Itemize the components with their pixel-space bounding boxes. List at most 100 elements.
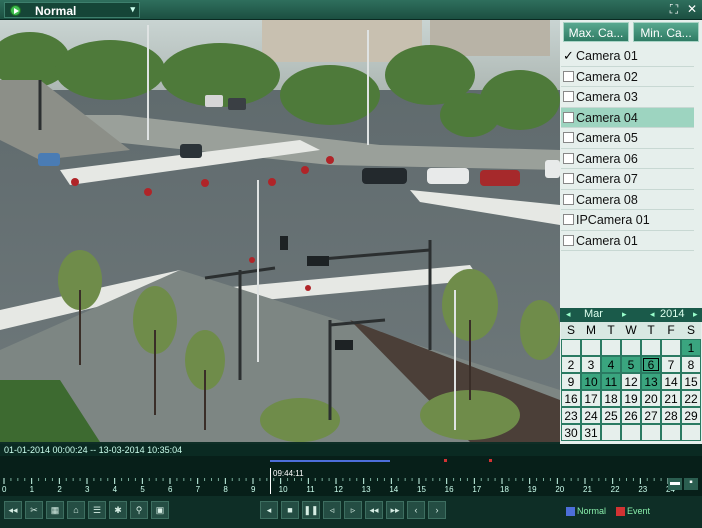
camera-list-item[interactable]: Camera 03 xyxy=(561,87,694,108)
calendar-day[interactable]: 28 xyxy=(661,407,681,424)
prev-year-icon[interactable]: ◂ xyxy=(650,309,655,320)
camera-checkbox[interactable] xyxy=(563,70,574,82)
timeline-zoom-controls: ▬ ▪ xyxy=(668,478,698,490)
next-year-icon[interactable]: ▸ xyxy=(693,309,698,320)
camera-checkbox[interactable] xyxy=(563,234,574,246)
close-icon[interactable]: ✕ xyxy=(686,2,698,17)
slow-icon[interactable]: ◃ xyxy=(323,501,341,519)
fullscreen-icon[interactable]: ⛶ xyxy=(668,2,680,17)
camera-label: Camera 01 xyxy=(576,49,638,63)
camera-label: IPCamera 01 xyxy=(576,213,650,227)
calendar-day[interactable]: 16 xyxy=(561,390,581,407)
camera-checkbox[interactable] xyxy=(563,111,574,123)
calendar-day[interactable]: 11 xyxy=(601,373,621,390)
lock-icon[interactable]: ▦ xyxy=(46,501,64,519)
camera-checkbox[interactable]: ✓ xyxy=(563,49,574,62)
calendar-day[interactable]: 30 xyxy=(561,424,581,441)
max-camera-button[interactable]: Max. Ca... xyxy=(563,22,629,42)
camera-checkbox[interactable] xyxy=(563,152,574,164)
tag-manage-icon[interactable]: ☰ xyxy=(88,501,106,519)
camera-list-item[interactable]: Camera 01 xyxy=(561,231,694,251)
camera-list-item[interactable]: IPCamera 01 xyxy=(561,210,694,231)
camera-list-item[interactable]: ✓ Camera 01 xyxy=(561,46,694,67)
calendar-day[interactable]: 15 xyxy=(681,373,701,390)
zoom-out-icon[interactable]: ▬ xyxy=(668,478,682,490)
fast-icon[interactable]: ▹ xyxy=(344,501,362,519)
calendar-day[interactable]: 18 xyxy=(601,390,621,407)
calendar-day[interactable]: 14 xyxy=(661,373,681,390)
calendar-day[interactable]: 5 xyxy=(621,356,641,373)
calendar-empty-cell xyxy=(661,424,681,441)
camera-checkbox[interactable] xyxy=(563,214,574,225)
calendar-day[interactable]: 22 xyxy=(681,390,701,407)
pause-icon[interactable]: ❚❚ xyxy=(302,501,320,519)
calendar-day[interactable]: 10 xyxy=(581,373,601,390)
calendar-day[interactable]: 27 xyxy=(641,407,661,424)
camera-list-item[interactable]: Camera 04 xyxy=(561,107,694,128)
prev-day-icon[interactable]: ‹ xyxy=(407,501,425,519)
legend-normal-swatch xyxy=(566,506,575,516)
play-icon xyxy=(10,5,21,16)
calendar-day[interactable]: 21 xyxy=(661,390,681,407)
timeline-hour-label: 23 xyxy=(638,485,647,494)
forward-icon[interactable]: ▸▸ xyxy=(386,501,404,519)
rewind-icon[interactable]: ◂◂ xyxy=(365,501,383,519)
calendar-empty-cell xyxy=(601,339,621,356)
zoom-icon[interactable]: ⚲ xyxy=(130,501,148,519)
timeline-hour-label: 5 xyxy=(140,485,145,494)
snapshot-icon[interactable]: ▣ xyxy=(151,501,169,519)
camera-list-item[interactable]: Camera 07 xyxy=(561,169,694,190)
calendar-day[interactable]: 7 xyxy=(661,356,681,373)
camera-label: Camera 02 xyxy=(576,69,638,84)
calendar-day[interactable]: 4 xyxy=(601,356,621,373)
timeline-record-bar xyxy=(270,460,390,462)
reverse-play-icon[interactable]: ◂ xyxy=(260,501,278,519)
calendar-weekday: S xyxy=(681,322,701,339)
calendar-day[interactable]: 23 xyxy=(561,407,581,424)
audio-icon[interactable]: ◂◂ xyxy=(4,501,22,519)
timeline-hour-label: 18 xyxy=(500,485,509,494)
playback-mode-select[interactable]: Normal ▾ xyxy=(4,2,140,18)
tag-icon[interactable]: ⌂ xyxy=(67,501,85,519)
clip-icon[interactable]: ✂ xyxy=(25,501,43,519)
camera-list-item[interactable]: Camera 05 xyxy=(561,128,694,149)
timeline-hour-label: 11 xyxy=(306,485,315,494)
timeline[interactable]: 09:44:11 0 1 2 3 4 5 6 7 8 9 10 11 12 13 14 15 16 17 18 19 2… xyxy=(0,456,702,496)
camera-list-item[interactable]: Camera 06 xyxy=(561,149,694,169)
camera-list-item[interactable]: Camera 08 xyxy=(561,190,694,210)
calendar-day[interactable]: 29 xyxy=(681,407,701,424)
calendar-day[interactable]: 1 xyxy=(681,339,701,356)
camera-list-item[interactable]: Camera 02 xyxy=(561,67,694,87)
calendar-day[interactable]: 8 xyxy=(681,356,701,373)
calendar-day[interactable]: 31 xyxy=(581,424,601,441)
calendar-day[interactable]: 3 xyxy=(581,356,601,373)
calendar-day[interactable]: 9 xyxy=(561,373,581,390)
timeline-hour-label: 6 xyxy=(168,485,173,494)
calendar-day[interactable]: 17 xyxy=(581,390,601,407)
stop-icon[interactable]: ■ xyxy=(281,501,299,519)
camera-checkbox[interactable] xyxy=(563,173,574,184)
calendar-day[interactable]: 20 xyxy=(641,390,661,407)
timeline-hour-label: 19 xyxy=(528,485,537,494)
calendar-day[interactable]: 25 xyxy=(601,407,621,424)
next-month-icon[interactable]: ▸ xyxy=(622,309,627,320)
min-camera-button[interactable]: Min. Ca... xyxy=(633,22,699,42)
calendar-day[interactable]: 19 xyxy=(621,390,641,407)
timeline-hour-label: 20 xyxy=(555,485,564,494)
camera-checkbox[interactable] xyxy=(563,193,574,205)
calendar-day[interactable]: 12 xyxy=(621,373,641,390)
calendar-day[interactable]: 26 xyxy=(621,407,641,424)
camera-checkbox[interactable] xyxy=(563,91,574,102)
calendar-day[interactable]: 6 xyxy=(641,356,661,373)
camera-checkbox[interactable] xyxy=(563,132,574,143)
calendar-empty-cell xyxy=(661,339,681,356)
video-playback-view[interactable] xyxy=(0,20,560,442)
calendar-day[interactable]: 13 xyxy=(641,373,661,390)
zoom-in-icon[interactable]: ▪ xyxy=(684,478,698,490)
camera-feed-image xyxy=(0,20,560,442)
prev-month-icon[interactable]: ◂ xyxy=(566,309,571,320)
calendar-day[interactable]: 2 xyxy=(561,356,581,373)
calendar-day[interactable]: 24 xyxy=(581,407,601,424)
settings-icon[interactable]: ✱ xyxy=(109,501,127,519)
next-day-icon[interactable]: › xyxy=(428,501,446,519)
